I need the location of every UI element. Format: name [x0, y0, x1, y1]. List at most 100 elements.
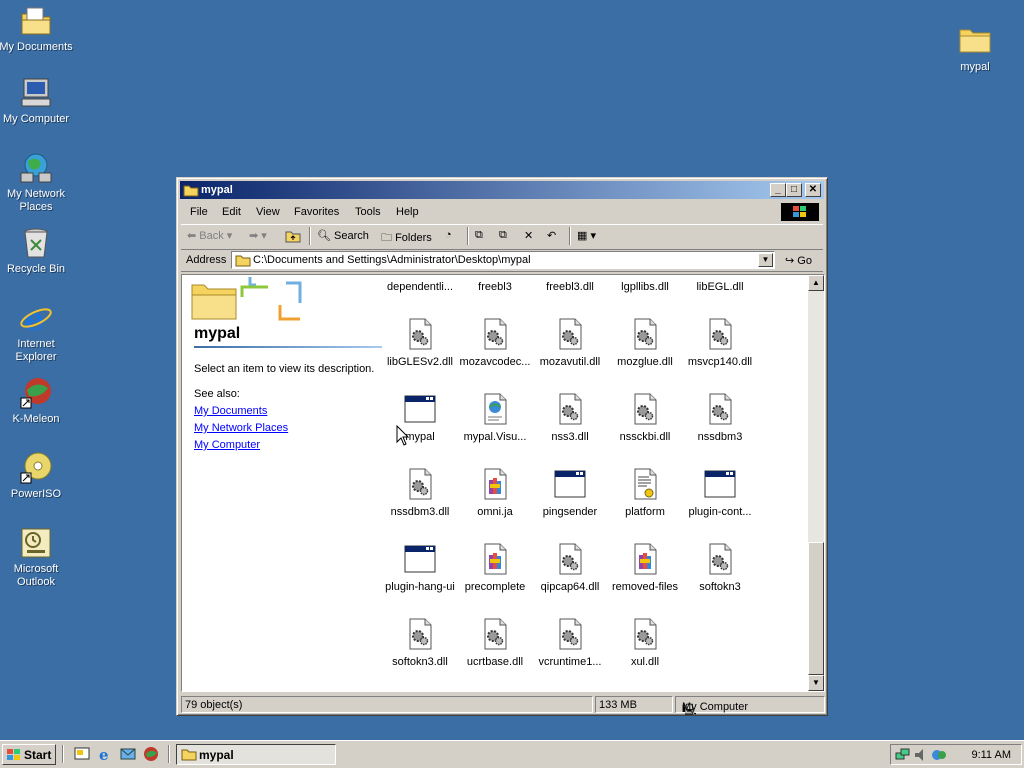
desktop-icon-mypal-folder[interactable]: mypal	[937, 24, 1013, 74]
file-name: dependentli...	[386, 281, 454, 293]
scroll-thumb[interactable]	[808, 542, 824, 675]
file-item[interactable]: pingsender	[530, 468, 610, 518]
file-item[interactable]: softokn3	[680, 543, 760, 593]
address-input[interactable]: C:\Documents and Settings\Administrator\…	[231, 251, 775, 269]
desktop-icon-my-documents[interactable]: My Documents	[0, 4, 74, 54]
file-item[interactable]: nssdbm3.dll	[380, 468, 460, 518]
scroll-down-button[interactable]: ▼	[808, 675, 824, 691]
file-item[interactable]: omni.ja	[455, 468, 535, 518]
file-item[interactable]: nssckbi.dll	[605, 393, 685, 443]
app-tray-icon[interactable]	[931, 747, 947, 763]
toolbar-separator	[467, 227, 469, 245]
go-button[interactable]: ↪ Go	[785, 254, 812, 267]
volume-tray-icon[interactable]	[913, 747, 929, 763]
file-item[interactable]: mypal	[380, 393, 460, 443]
file-item[interactable]: nssdbm3	[680, 393, 760, 443]
file-item[interactable]: removed-files	[605, 543, 685, 593]
history-button[interactable]: ◔	[445, 229, 452, 241]
file-item[interactable]: mozavutil.dll	[530, 318, 610, 368]
file-item[interactable]: lgpllibs.dll	[605, 275, 685, 293]
desktop-icon-my-network-places[interactable]: My Network Places	[0, 151, 74, 214]
file-item[interactable]: qipcap64.dll	[530, 543, 610, 593]
link-my-documents[interactable]: My Documents	[194, 405, 267, 417]
menu-file[interactable]: File	[190, 206, 208, 218]
desktop-icon-label: Internet Explorer	[15, 338, 57, 363]
explorer-window: mypal _ □ ✕ File Edit View Favorites Too…	[176, 177, 828, 716]
k-meleon-icon	[19, 376, 53, 410]
file-item[interactable]: freebl3	[455, 275, 535, 293]
disc-icon	[19, 451, 53, 485]
move-to-button[interactable]: ⧉	[475, 229, 483, 242]
desktop-icon-k-meleon[interactable]: K-Meleon	[0, 376, 74, 426]
internet-explorer-icon[interactable]: e	[97, 746, 113, 764]
status-objects: 79 object(s)	[181, 696, 593, 713]
search-button[interactable]: 🔍︎ Search	[317, 229, 369, 242]
back-button[interactable]: ⬅ Back ▾	[187, 229, 232, 242]
file-item[interactable]: msvcp140.dll	[680, 318, 760, 368]
file-item[interactable]: softokn3.dll	[380, 618, 460, 668]
close-button[interactable]: ✕	[805, 183, 821, 197]
copy-to-button[interactable]: ⧉	[499, 229, 507, 242]
file-item[interactable]: xul.dll	[605, 618, 685, 668]
dll-file-icon	[554, 393, 586, 425]
file-item[interactable]: precomplete	[455, 543, 535, 593]
desktop-icon-internet-explorer[interactable]: e Internet Explorer	[0, 300, 74, 364]
file-item[interactable]: libEGL.dll	[680, 275, 760, 293]
taskbar-window-mypal[interactable]: mypal	[176, 744, 336, 765]
file-item[interactable]: ucrtbase.dll	[455, 618, 535, 668]
delete-button[interactable]: ✕	[524, 229, 533, 242]
status-size: 133 MB	[595, 696, 673, 713]
desktop-icon-label: Recycle Bin	[6, 263, 66, 275]
file-item[interactable]: dependentli...	[380, 275, 460, 293]
menu-view[interactable]: View	[256, 206, 280, 218]
start-button[interactable]: Start	[2, 744, 56, 765]
minimize-button[interactable]: _	[770, 183, 786, 197]
title-bar[interactable]: mypal _ □ ✕	[180, 181, 824, 199]
menu-favorites[interactable]: Favorites	[294, 206, 339, 218]
menu-bar: File Edit View Favorites Tools Help	[181, 202, 823, 222]
file-item[interactable]: nss3.dll	[530, 393, 610, 443]
desktop-icon-label: My Computer	[2, 113, 70, 125]
file-name: libGLESv2.dll	[386, 356, 454, 368]
file-item[interactable]: freebl3.dll	[530, 275, 610, 293]
link-my-computer[interactable]: My Computer	[194, 439, 260, 451]
outlook-express-icon[interactable]	[120, 746, 136, 762]
up-folder-button[interactable]	[285, 229, 301, 246]
forward-button[interactable]: ➡ ▾	[249, 229, 267, 242]
menu-edit[interactable]: Edit	[222, 206, 241, 218]
delete-icon: ✕	[524, 230, 534, 242]
outlook-icon	[19, 526, 53, 560]
maximize-button[interactable]: □	[786, 183, 802, 197]
show-desktop-icon[interactable]	[74, 746, 90, 762]
desktop-icon-microsoft-outlook[interactable]: Microsoft Outlook	[0, 526, 74, 589]
file-name: lgpllibs.dll	[621, 281, 669, 293]
file-item[interactable]: mozglue.dll	[605, 318, 685, 368]
file-item[interactable]: platform	[605, 468, 685, 518]
file-name: qipcap64.dll	[540, 581, 600, 593]
file-item[interactable]: libGLESv2.dll	[380, 318, 460, 368]
folders-button[interactable]: 🗀 Folders	[381, 229, 432, 248]
scroll-up-button[interactable]: ▲	[808, 275, 824, 291]
vertical-scrollbar[interactable]: ▲ ▼	[808, 275, 824, 691]
file-item[interactable]: plugin-cont...	[680, 468, 760, 518]
desktop-icon-recycle-bin[interactable]: Recycle Bin	[0, 226, 74, 276]
app-file-icon	[404, 543, 436, 575]
move-to-icon: ⧉	[475, 229, 483, 241]
undo-button[interactable]: ↶	[547, 229, 556, 242]
menu-help[interactable]: Help	[396, 206, 419, 218]
file-item[interactable]: plugin-hang-ui	[380, 543, 460, 593]
web-view-pane: mypal Select an item to view its descrip…	[182, 275, 387, 691]
file-item[interactable]: vcruntime1...	[530, 618, 610, 668]
desktop-icon-poweriso[interactable]: PowerISO	[0, 451, 74, 501]
desktop-icon-my-computer[interactable]: My Computer	[0, 76, 74, 126]
desktop-icon-label: My Documents	[0, 41, 73, 53]
network-tray-icon[interactable]	[895, 747, 911, 763]
menu-tools[interactable]: Tools	[355, 206, 381, 218]
file-item[interactable]: mozavcodec...	[455, 318, 535, 368]
address-dropdown-button[interactable]: ▼	[758, 253, 773, 267]
link-my-network-places[interactable]: My Network Places	[194, 422, 288, 434]
dll-file-icon	[704, 543, 736, 575]
k-meleon-icon[interactable]	[143, 746, 159, 762]
file-item[interactable]: mypal.Visu...	[455, 393, 535, 443]
views-button[interactable]: ▦ ▾	[577, 229, 596, 242]
